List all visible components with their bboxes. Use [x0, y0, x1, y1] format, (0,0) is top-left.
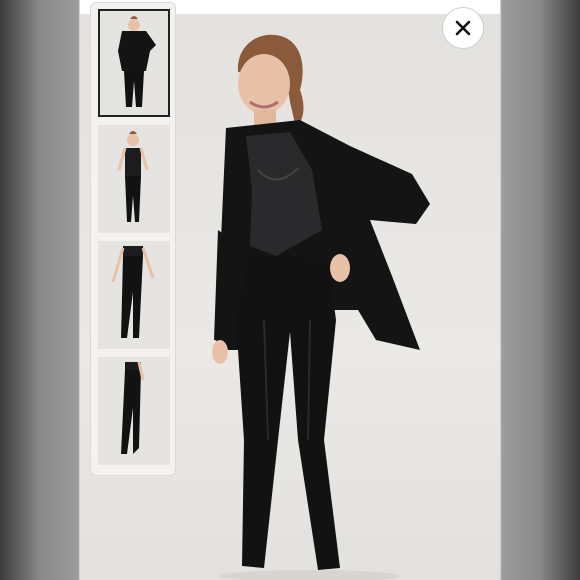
thumbnail-image: [117, 131, 149, 222]
thumb-leggings-front[interactable]: [98, 241, 170, 349]
close-icon: [455, 20, 471, 36]
left-hand: [212, 340, 228, 364]
floor-shadow: [220, 570, 400, 580]
thumbnail-image: [121, 361, 145, 454]
thumb-leggings-side[interactable]: [98, 357, 170, 465]
thumbnail-image: [111, 246, 155, 338]
right-hand: [330, 254, 350, 282]
close-button[interactable]: [442, 7, 484, 49]
image-viewer-frame: [0, 0, 580, 580]
face: [238, 54, 290, 114]
thumb-blazer-front[interactable]: [98, 9, 170, 117]
thumbnail-strip: [90, 2, 176, 476]
leggings: [236, 256, 340, 570]
thumbnail-image: [118, 16, 156, 107]
main-product-photo: [212, 34, 430, 580]
thumb-bodysuit-front[interactable]: [98, 125, 170, 233]
